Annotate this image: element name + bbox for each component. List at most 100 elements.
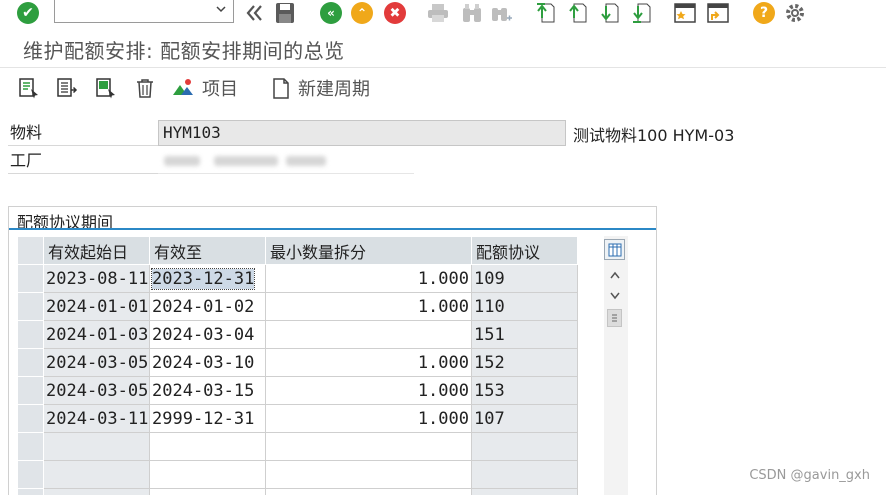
row-selector[interactable] xyxy=(17,292,44,321)
quota-cell xyxy=(471,488,578,495)
cancel-icon[interactable]: ✖ xyxy=(383,1,407,25)
valid-to-cell[interactable] xyxy=(149,488,266,495)
valid-to-cell[interactable]: 2024-03-04 xyxy=(149,320,266,349)
display-change-icon xyxy=(19,78,38,99)
valid-to-cell[interactable]: 2023-12-31 xyxy=(149,264,266,293)
valid-to-cell[interactable]: 2024-01-02 xyxy=(149,292,266,321)
new-document-icon xyxy=(273,78,289,99)
row-selector[interactable] xyxy=(17,460,44,489)
next-page-icon[interactable] xyxy=(597,1,621,25)
valid-from-cell: 2023-08-11 xyxy=(43,264,150,293)
valid-to-cell[interactable] xyxy=(149,432,266,461)
min-qty-cell[interactable]: 1.000 xyxy=(265,264,472,293)
redacted-mark xyxy=(214,156,278,166)
scroll-up-icon[interactable] xyxy=(606,266,624,284)
prev-page-icon[interactable] xyxy=(565,1,589,25)
column-header-valid-from[interactable]: 有效起始日 xyxy=(43,236,150,265)
shortcut-icon[interactable] xyxy=(706,1,730,25)
exit-icon[interactable]: ⌃ xyxy=(350,1,374,25)
material-field[interactable]: HYM103 xyxy=(158,120,566,146)
valid-to-cell[interactable]: 2024-03-10 xyxy=(149,348,266,377)
min-qty-cell[interactable]: 1.000 xyxy=(265,404,472,433)
min-qty-cell[interactable] xyxy=(265,432,472,461)
save-icon[interactable] xyxy=(273,1,297,25)
row-selector[interactable] xyxy=(17,264,44,293)
valid-to-cell[interactable]: 2999-12-31 xyxy=(149,404,266,433)
display-change-button[interactable] xyxy=(18,76,40,100)
table-settings-icon xyxy=(608,243,621,256)
help-icon[interactable]: ? xyxy=(752,1,776,25)
quota-period-table: 有效起始日 有效至 最小数量拆分 配额协议 2023-08-11 2023-12… xyxy=(17,236,599,495)
empty-row xyxy=(17,460,578,489)
detail-icon xyxy=(57,78,78,97)
table-settings-button[interactable] xyxy=(604,239,625,260)
scroll-down-icon[interactable] xyxy=(606,287,624,305)
first-page-icon[interactable] xyxy=(533,1,557,25)
last-page-icon[interactable] xyxy=(629,1,653,25)
select-all-column[interactable] xyxy=(17,236,44,265)
row-selector[interactable] xyxy=(17,488,44,495)
quota-cell: 109 xyxy=(471,264,578,293)
items-button[interactable]: 项目 xyxy=(172,76,238,100)
items-icon xyxy=(173,79,193,95)
quota-cell: 153 xyxy=(471,376,578,405)
min-qty-cell[interactable] xyxy=(265,460,472,489)
new-session-icon[interactable] xyxy=(673,1,697,25)
material-description: 测试物料100 HYM-03 xyxy=(573,126,735,145)
history-icon[interactable] xyxy=(243,1,267,25)
row-selector[interactable] xyxy=(17,376,44,405)
find-next-icon[interactable] xyxy=(489,1,513,25)
grip-icon xyxy=(612,314,617,322)
row-selector[interactable] xyxy=(17,432,44,461)
plant-label: 工厂 xyxy=(8,148,158,174)
valid-to-cell[interactable]: 2024-03-15 xyxy=(149,376,266,405)
enter-icon[interactable]: ✔ xyxy=(16,1,40,25)
min-qty-cell[interactable] xyxy=(265,488,472,495)
select-button[interactable] xyxy=(95,76,117,100)
row-selector[interactable] xyxy=(17,404,44,433)
command-field[interactable] xyxy=(54,0,234,23)
min-qty-cell[interactable]: 1.000 xyxy=(265,376,472,405)
settings-icon[interactable] xyxy=(783,1,807,25)
row-selector[interactable] xyxy=(17,320,44,349)
detail-button[interactable] xyxy=(56,76,78,100)
valid-to-cell[interactable] xyxy=(149,460,266,489)
table-row: 2024-01-01 2024-01-02 1.000 110 xyxy=(17,292,578,321)
scroll-thumb[interactable] xyxy=(607,309,622,327)
min-qty-cell[interactable] xyxy=(265,320,472,349)
delete-button[interactable] xyxy=(134,76,156,100)
new-period-button[interactable]: 新建周期 xyxy=(270,76,370,100)
back-icon[interactable]: « xyxy=(319,1,343,25)
row-selector[interactable] xyxy=(17,348,44,377)
min-qty-cell[interactable]: 1.000 xyxy=(265,348,472,377)
group-title-underline xyxy=(9,228,656,230)
find-icon[interactable] xyxy=(460,1,484,25)
plant-field[interactable] xyxy=(158,148,414,174)
valid-from-cell: 2024-03-11 xyxy=(43,404,150,433)
column-header-quota-arrangement[interactable]: 配额协议 xyxy=(471,236,578,265)
table-row: 2023-08-11 2023-12-31 1.000 109 xyxy=(17,264,578,293)
selected-text: 2023-12-31 xyxy=(150,267,256,290)
trash-icon xyxy=(137,79,153,98)
redacted-mark xyxy=(286,156,326,166)
material-label: 物料 xyxy=(8,120,158,146)
command-dropdown-icon[interactable] xyxy=(215,3,227,15)
column-header-min-qty-split[interactable]: 最小数量拆分 xyxy=(265,236,472,265)
title-divider xyxy=(0,67,886,68)
valid-from-cell: 2024-03-05 xyxy=(43,376,150,405)
valid-from-cell[interactable] xyxy=(43,432,150,461)
redacted-mark xyxy=(164,156,200,166)
watermark: CSDN @gavin_gxh xyxy=(749,468,870,483)
quota-cell: 110 xyxy=(471,292,578,321)
valid-from-cell[interactable] xyxy=(43,460,150,489)
min-qty-cell[interactable]: 1.000 xyxy=(265,292,472,321)
application-toolbar: 项目 新建周期 xyxy=(0,70,886,106)
print-icon[interactable] xyxy=(426,1,450,25)
quota-cell: 152 xyxy=(471,348,578,377)
valid-from-cell: 2024-01-01 xyxy=(43,292,150,321)
quota-cell xyxy=(471,460,578,489)
valid-from-cell[interactable] xyxy=(43,488,150,495)
select-icon xyxy=(96,78,115,99)
quota-cell xyxy=(471,432,578,461)
column-header-valid-to[interactable]: 有效至 xyxy=(149,236,266,265)
